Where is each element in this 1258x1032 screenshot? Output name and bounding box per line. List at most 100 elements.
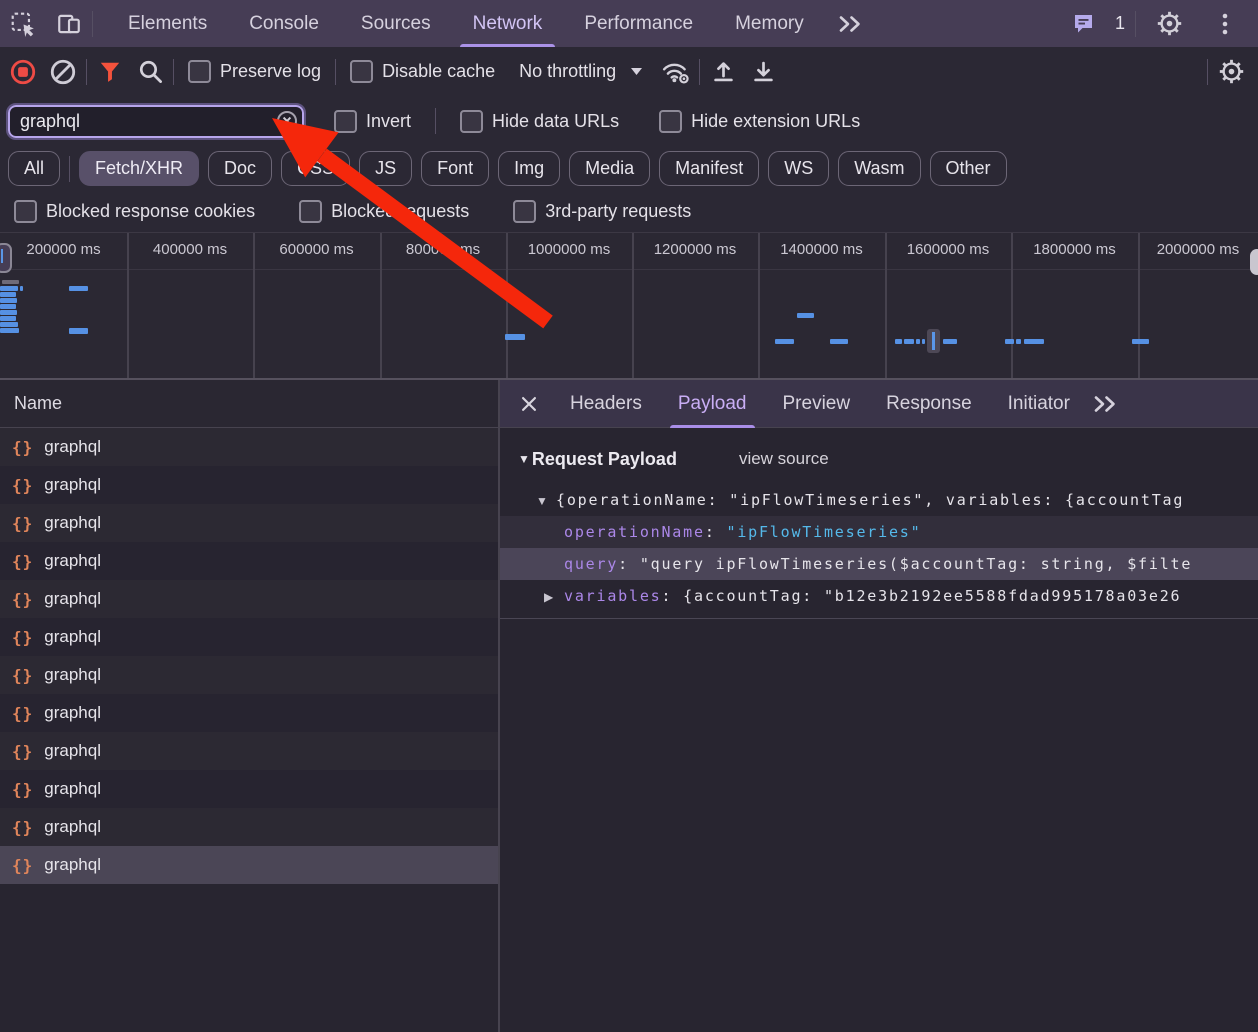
payload-key: variables: [564, 587, 661, 605]
device-toolbar-icon[interactable]: [54, 11, 84, 37]
section-title: Request Payload: [532, 449, 677, 470]
export-har-icon[interactable]: [746, 55, 780, 89]
filter-chip-all[interactable]: All: [8, 151, 60, 186]
request-row[interactable]: {}graphql: [0, 656, 498, 694]
request-row[interactable]: {}graphql: [0, 580, 498, 618]
payload-root-row[interactable]: ▼{operationName: "ipFlowTimeseries", var…: [500, 484, 1258, 516]
payload-row-variables[interactable]: ▶variables: {accountTag: "b12e3b2192ee55…: [500, 580, 1258, 612]
filter-chip-font[interactable]: Font: [421, 151, 489, 186]
close-icon[interactable]: [512, 387, 546, 421]
divider: [699, 59, 700, 85]
detail-tab-preview[interactable]: Preview: [765, 380, 869, 428]
tab-network[interactable]: Network: [452, 0, 564, 47]
blocked-response-cookies-checkbox[interactable]: Blocked response cookies: [6, 200, 263, 223]
json-braces-icon: {}: [12, 476, 33, 495]
collapse-triangle-icon[interactable]: ▼: [536, 485, 556, 516]
filter-icon[interactable]: [93, 55, 127, 89]
timeline-tick-label: 400000 ms: [153, 241, 227, 258]
detail-tab-headers[interactable]: Headers: [552, 380, 660, 428]
import-har-icon[interactable]: [706, 55, 740, 89]
network-conditions-icon[interactable]: [659, 55, 693, 89]
request-row[interactable]: {}graphql: [0, 428, 498, 466]
detail-tab-initiator[interactable]: Initiator: [990, 380, 1088, 428]
request-row[interactable]: {}graphql: [0, 542, 498, 580]
hide-data-urls-checkbox[interactable]: Hide data URLs: [452, 110, 627, 133]
filter-chip-js[interactable]: JS: [359, 151, 412, 186]
tab-performance[interactable]: Performance: [563, 0, 714, 47]
hide-extension-urls-checkbox[interactable]: Hide extension URLs: [651, 110, 868, 133]
payload-row-query[interactable]: query: "query ipFlowTimeseries($accountT…: [500, 548, 1258, 580]
request-row[interactable]: {}graphql: [0, 808, 498, 846]
name-column-header[interactable]: Name: [0, 380, 498, 428]
invert-checkbox[interactable]: Invert: [326, 110, 419, 133]
checkbox[interactable]: [659, 110, 682, 133]
3rd-party-requests-checkbox[interactable]: 3rd-party requests: [505, 200, 699, 223]
network-settings-gear-icon[interactable]: [1214, 55, 1248, 89]
detail-tab-payload[interactable]: Payload: [660, 380, 765, 428]
checkbox[interactable]: [334, 110, 357, 133]
json-braces-icon: {}: [12, 856, 33, 875]
issues-count: 1: [1115, 13, 1125, 34]
network-toolbar: Preserve log Disable cache No throttling: [0, 47, 1258, 96]
expand-triangle-icon[interactable]: ▶: [544, 581, 564, 612]
filter-chip-ws[interactable]: WS: [768, 151, 829, 186]
disable-cache-label: Disable cache: [382, 61, 495, 82]
inspect-cursor-icon[interactable]: [8, 11, 38, 37]
more-detail-tabs-icon[interactable]: [1092, 394, 1118, 414]
overview-right-handle[interactable]: [1250, 249, 1258, 275]
filter-input[interactable]: [8, 105, 304, 138]
request-timeline-bar: [797, 313, 814, 318]
search-icon[interactable]: [133, 55, 167, 89]
request-row[interactable]: {}graphql: [0, 466, 498, 504]
devtools-tab-bar: ElementsConsoleSourcesNetworkPerformance…: [0, 0, 1258, 48]
detail-tab-response[interactable]: Response: [868, 380, 990, 428]
record-icon[interactable]: [6, 55, 40, 89]
tab-memory[interactable]: Memory: [714, 0, 825, 47]
checkbox[interactable]: [460, 110, 483, 133]
collapse-triangle-icon[interactable]: ▼: [518, 452, 530, 466]
checkbox[interactable]: [513, 200, 536, 223]
throttling-dropdown[interactable]: No throttling: [509, 61, 653, 82]
payload-row-operation-name[interactable]: operationName: "ipFlowTimeseries": [500, 516, 1258, 548]
more-filters-row: Blocked response cookies Blocked requests…: [0, 191, 1258, 232]
tab-sources[interactable]: Sources: [340, 0, 452, 47]
preserve-log-checkbox[interactable]: Preserve log: [180, 60, 329, 83]
disable-cache-checkbox[interactable]: Disable cache: [342, 60, 503, 83]
filter-chip-doc[interactable]: Doc: [208, 151, 272, 186]
overview-left-handle[interactable]: [0, 243, 12, 273]
checkbox[interactable]: [299, 200, 322, 223]
checkbox[interactable]: [188, 60, 211, 83]
issues-counter[interactable]: 1: [1061, 13, 1125, 35]
filter-chip-media[interactable]: Media: [569, 151, 650, 186]
tab-elements[interactable]: Elements: [107, 0, 228, 47]
more-tabs-icon[interactable]: [833, 14, 867, 34]
request-payload-section[interactable]: ▼ Request Payload view source: [500, 444, 1258, 474]
filter-chip-wasm[interactable]: Wasm: [838, 151, 920, 186]
request-row[interactable]: {}graphql: [0, 618, 498, 656]
request-row[interactable]: {}graphql: [0, 732, 498, 770]
clear-filter-icon[interactable]: [276, 110, 298, 132]
tab-console[interactable]: Console: [228, 0, 340, 47]
blocked-requests-checkbox[interactable]: Blocked requests: [291, 200, 477, 223]
filter-chip-manifest[interactable]: Manifest: [659, 151, 759, 186]
settings-gear-icon[interactable]: [1154, 10, 1184, 37]
request-row[interactable]: {}graphql: [0, 504, 498, 542]
checkbox[interactable]: [14, 200, 37, 223]
clear-network-log-icon[interactable]: [46, 55, 80, 89]
request-row[interactable]: {}graphql: [0, 694, 498, 732]
request-row[interactable]: {}graphql: [0, 846, 498, 884]
view-source-link[interactable]: view source: [739, 449, 829, 469]
filter-chip-css[interactable]: CSS: [281, 151, 350, 186]
filter-chip-other[interactable]: Other: [930, 151, 1007, 186]
kebab-menu-icon[interactable]: [1210, 11, 1240, 37]
checkbox-label: Blocked response cookies: [46, 201, 255, 222]
divider: [435, 108, 436, 134]
timeline-tick-label: 600000 ms: [279, 241, 353, 258]
network-overview-timeline[interactable]: 200000 ms400000 ms600000 ms800000 ms1000…: [0, 232, 1258, 380]
timeline-tick-label: 1400000 ms: [780, 241, 863, 258]
filter-chip-img[interactable]: Img: [498, 151, 560, 186]
panel-tabs: ElementsConsoleSourcesNetworkPerformance…: [107, 0, 825, 47]
filter-chip-fetch-xhr[interactable]: Fetch/XHR: [79, 151, 199, 186]
checkbox[interactable]: [350, 60, 373, 83]
request-row[interactable]: {}graphql: [0, 770, 498, 808]
